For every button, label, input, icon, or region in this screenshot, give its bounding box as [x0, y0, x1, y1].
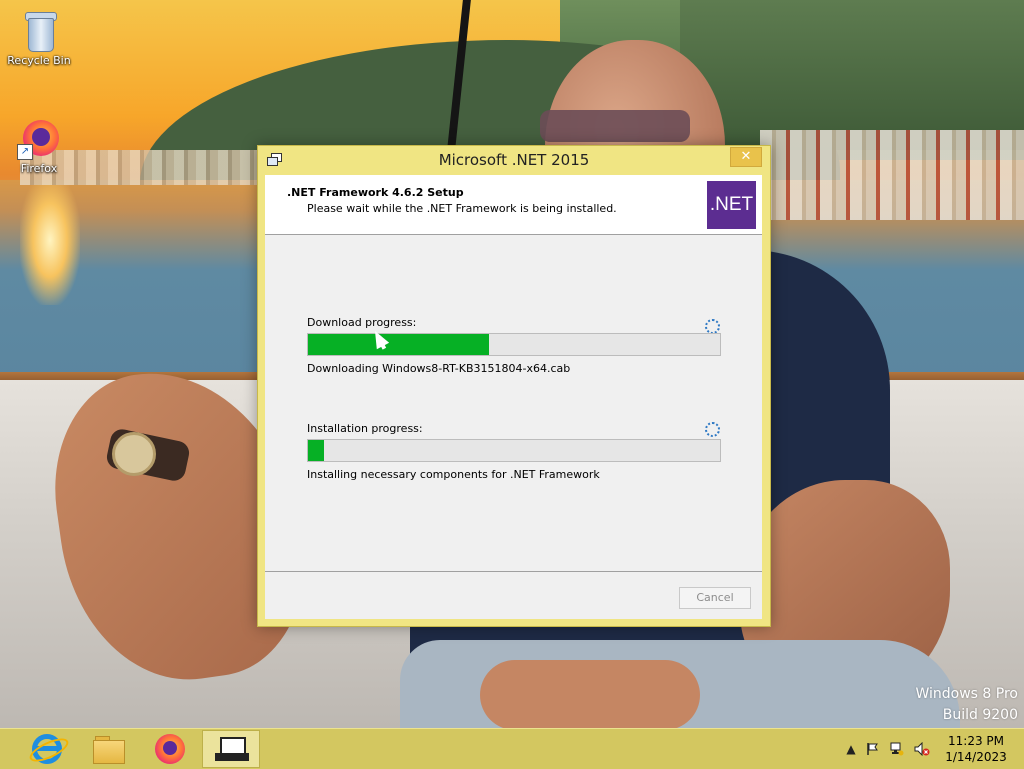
setup-header: .NET Framework 4.6.2 Setup Please wait w…	[265, 175, 762, 235]
windows-watermark: Windows 8 Pro Build 9200	[915, 684, 1018, 726]
footer-separator	[265, 571, 762, 572]
taskbar: ▲ 11:23 PM 1/14/2023	[0, 728, 1024, 769]
installation-progress-bar	[307, 439, 721, 462]
desktop-icon-recycle-bin[interactable]: Recycle Bin	[1, 8, 77, 67]
wallpaper-mountain-right	[680, 0, 1024, 150]
download-spinner-icon	[705, 319, 720, 334]
taskbar-file-explorer[interactable]	[78, 730, 136, 768]
clock-time: 11:23 PM	[948, 734, 1004, 748]
dotnet-logo-icon: .NET	[707, 181, 756, 229]
firefox-icon: ↗	[17, 116, 61, 160]
installation-status-text: Installing necessary components for .NET…	[307, 468, 600, 481]
wallpaper-sun-reflection	[20, 175, 80, 305]
cancel-button[interactable]: Cancel	[679, 587, 751, 609]
setup-window: Microsoft .NET 2015 ✕ .NET Framework 4.6…	[257, 145, 771, 627]
clock-date: 1/14/2023	[945, 750, 1007, 764]
install-spinner-icon	[705, 422, 720, 437]
desktop-icon-label: Firefox	[20, 162, 58, 175]
title-bar[interactable]: Microsoft .NET 2015 ✕	[258, 146, 770, 174]
watermark-build: Build 9200	[942, 707, 1018, 723]
wallpaper-hand	[480, 660, 700, 728]
wallpaper-sunglasses	[540, 110, 690, 142]
wallpaper-watch	[112, 432, 156, 476]
network-icon[interactable]	[890, 742, 904, 756]
setup-subtitle: Please wait while the .NET Framework is …	[307, 202, 617, 215]
download-progress-label: Download progress:	[307, 316, 417, 329]
close-button[interactable]: ✕	[730, 147, 762, 167]
watermark-edition: Windows 8 Pro	[915, 686, 1018, 702]
wallpaper-town	[760, 130, 1024, 220]
taskbar-setup-window[interactable]	[202, 730, 260, 768]
shortcut-arrow-icon: ↗	[17, 144, 33, 160]
setup-title: .NET Framework 4.6.2 Setup	[287, 186, 464, 199]
taskbar-internet-explorer[interactable]	[16, 730, 74, 768]
download-status-text: Downloading Windows8-RT-KB3151804-x64.ca…	[307, 362, 571, 375]
show-hidden-icons-button[interactable]: ▲	[844, 742, 858, 756]
window-client-area: .NET Framework 4.6.2 Setup Please wait w…	[265, 175, 762, 619]
desktop-icon-label: Recycle Bin	[7, 54, 71, 67]
desktop-icon-firefox[interactable]: ↗ Firefox	[1, 116, 77, 175]
window-title: Microsoft .NET 2015	[438, 151, 590, 169]
download-progress-fill	[308, 334, 490, 355]
volume-muted-icon[interactable]	[914, 741, 930, 757]
action-center-flag-icon[interactable]	[866, 742, 880, 756]
recycle-bin-icon	[17, 8, 61, 52]
taskbar-clock[interactable]: 11:23 PM 1/14/2023	[940, 733, 1012, 765]
taskbar-firefox[interactable]	[140, 730, 198, 768]
installation-progress-label: Installation progress:	[307, 422, 423, 435]
installation-progress-fill	[308, 440, 325, 461]
